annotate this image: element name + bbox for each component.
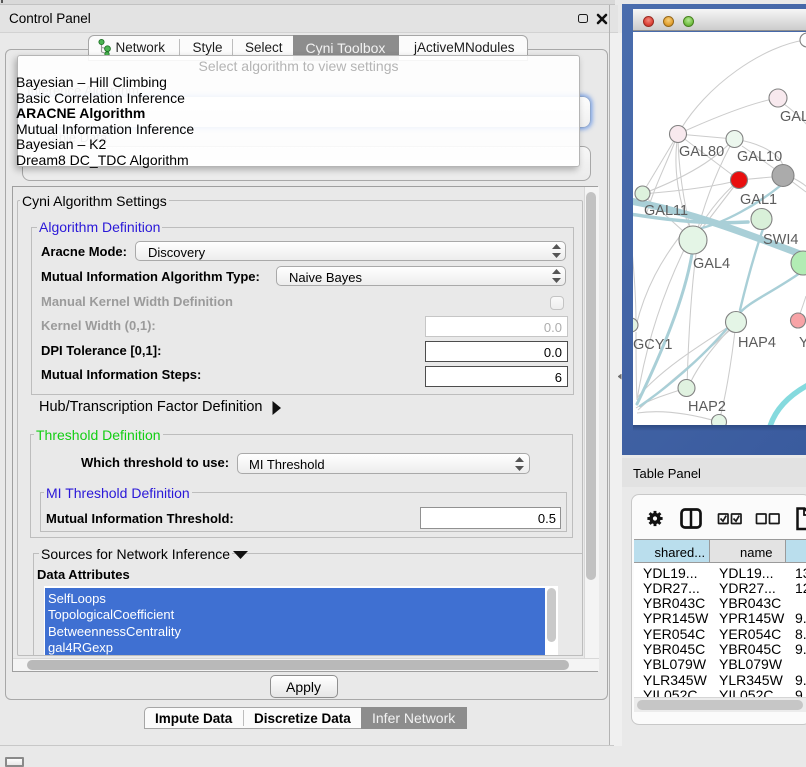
svg-text:GAL2: GAL2 — [780, 109, 806, 125]
svg-text:GAL80: GAL80 — [679, 144, 724, 160]
svg-text:HAP2: HAP2 — [688, 399, 726, 415]
svg-text:HAP4: HAP4 — [738, 335, 776, 351]
svg-text:SWI4: SWI4 — [763, 232, 798, 248]
svg-text:GAL10: GAL10 — [737, 149, 782, 165]
svg-text:GAL1: GAL1 — [740, 192, 777, 208]
svg-text:GAL11: GAL11 — [644, 203, 688, 219]
svg-text:GCY1: GCY1 — [633, 337, 673, 353]
svg-text:Y: Y — [799, 335, 806, 351]
svg-text:GAL4: GAL4 — [693, 256, 730, 272]
